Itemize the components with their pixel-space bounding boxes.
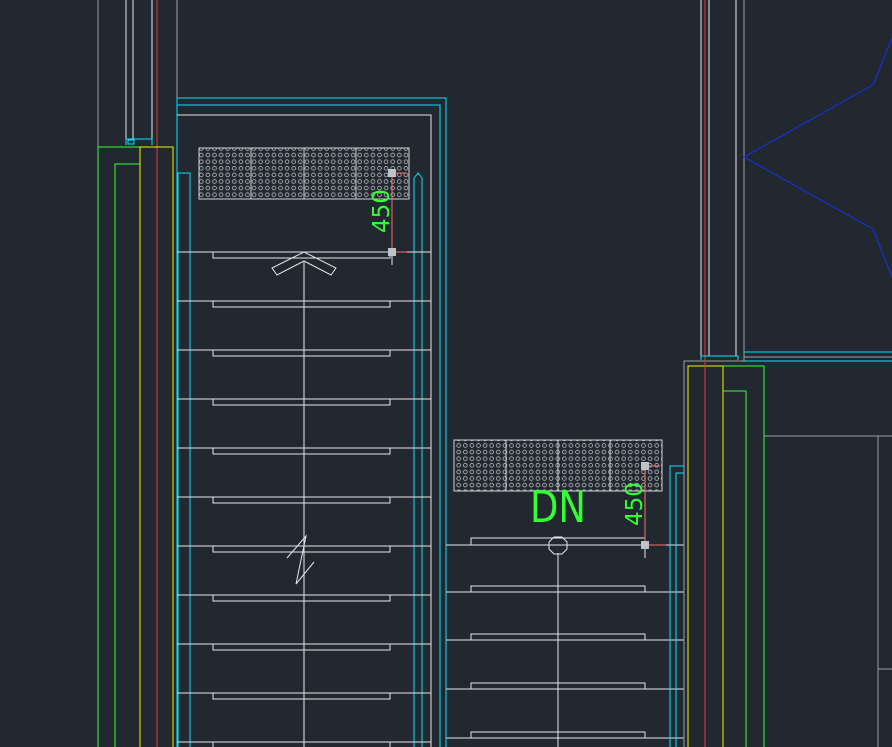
break-line-symbol-icon xyxy=(286,534,315,585)
right-wall xyxy=(669,0,892,747)
direction-label-dn: DN xyxy=(530,482,586,533)
grip-square-icon[interactable] xyxy=(388,169,396,177)
cad-viewport[interactable]: 450 DN 450 xyxy=(0,0,892,747)
blue-star-outline xyxy=(742,37,892,278)
left-stair-treads xyxy=(177,251,431,747)
left-wall xyxy=(97,0,191,747)
stair-plan-drawing[interactable]: 450 DN 450 xyxy=(0,0,892,747)
dimension-text-upper: 450 xyxy=(369,189,395,233)
middle-stair-treads xyxy=(446,536,684,747)
grip-square-icon[interactable] xyxy=(641,462,649,470)
grip-square-icon[interactable] xyxy=(388,248,396,256)
grip-square-icon[interactable] xyxy=(641,541,649,549)
dimension-text-lower: 450 xyxy=(622,482,648,526)
